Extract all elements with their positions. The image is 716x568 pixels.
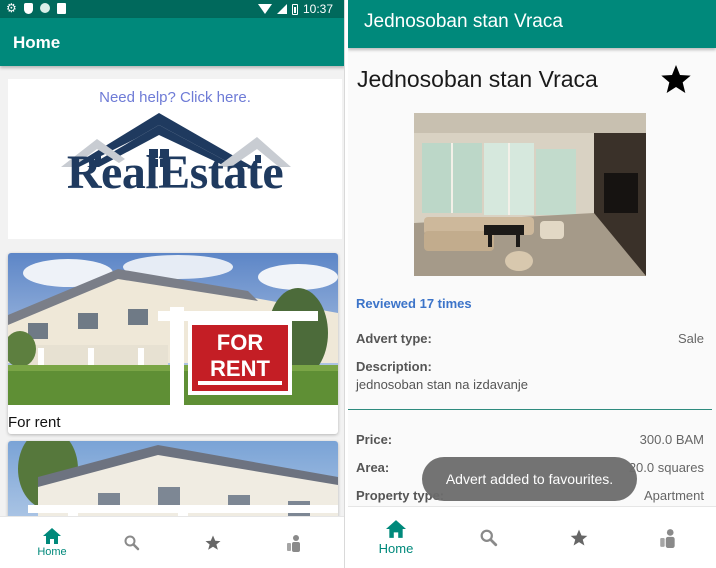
home-screen: ⚙ 10:37 Home Need help? Click here. Real… (0, 0, 345, 568)
property-type-value: Apartment (644, 488, 704, 503)
price-value: 300.0 BAM (639, 432, 704, 447)
nav-profile[interactable] (640, 507, 696, 568)
logo-text: RealEstate (66, 146, 284, 199)
star-icon (570, 529, 588, 546)
area-label: Area: (356, 460, 390, 475)
person-icon (287, 535, 300, 552)
home-icon (386, 520, 406, 538)
nav-home-label: Home (378, 541, 414, 556)
battery-icon (291, 3, 298, 15)
description-label: Description: (356, 359, 432, 374)
nav-favourites[interactable] (551, 507, 607, 568)
help-link[interactable]: Need help? Click here. (8, 89, 342, 106)
bottom-navigation: Home (0, 516, 344, 568)
nav-home[interactable]: Home (20, 517, 84, 568)
advert-title: Jednosoban stan Vraca (357, 66, 598, 92)
nav-profile[interactable] (266, 517, 322, 568)
app-bar-title: Jednosoban stan Vraca (364, 11, 563, 32)
listing-caption: For rent (8, 414, 61, 431)
svg-text:RENT: RENT (210, 356, 270, 381)
home-icon (43, 528, 61, 544)
nav-favourites[interactable] (185, 517, 241, 568)
shield-icon (23, 2, 33, 14)
realestate-banner: Need help? Click here. RealEstate (8, 79, 342, 239)
signal-icon (276, 4, 287, 14)
advert-type-label: Advert type: (356, 331, 432, 346)
app-bar: Home (0, 18, 344, 66)
wifi-icon (257, 4, 272, 14)
status-bar: ⚙ 10:37 (0, 0, 344, 18)
star-icon (205, 535, 221, 550)
nav-home[interactable]: Home (368, 507, 424, 568)
circle-icon (39, 3, 50, 13)
search-icon (124, 535, 140, 551)
listing-image: FOR RENT (8, 253, 338, 405)
listing-card[interactable]: FOR RENT For rent (8, 253, 338, 434)
advert-detail-screen: Jednosoban stan Vraca Jednosoban stan Vr… (348, 0, 716, 568)
section-divider (348, 409, 712, 410)
toast-message: Advert added to favourites. (422, 457, 637, 501)
description-value: jednosoban stan na izdavanje (356, 377, 529, 392)
favourite-star-icon[interactable] (660, 63, 692, 95)
review-count: Reviewed 17 times (356, 296, 472, 311)
nav-search[interactable] (104, 517, 160, 568)
search-icon (480, 529, 498, 547)
app-bar: Jednosoban stan Vraca (348, 0, 716, 48)
sd-card-icon (56, 2, 66, 14)
nav-home-label: Home (37, 546, 67, 558)
advert-type-value: Sale (677, 331, 704, 346)
price-label: Price: (356, 432, 393, 447)
settings-icon: ⚙ (6, 1, 17, 15)
svg-text:FOR: FOR (217, 330, 264, 355)
area-value: 20.0 squares (628, 460, 704, 475)
advert-image (414, 113, 646, 276)
person-icon (660, 529, 675, 548)
status-time: 10:37 (302, 2, 333, 16)
nav-search[interactable] (461, 507, 517, 568)
page-title: Home (13, 33, 61, 52)
bottom-navigation: Home (348, 506, 716, 568)
